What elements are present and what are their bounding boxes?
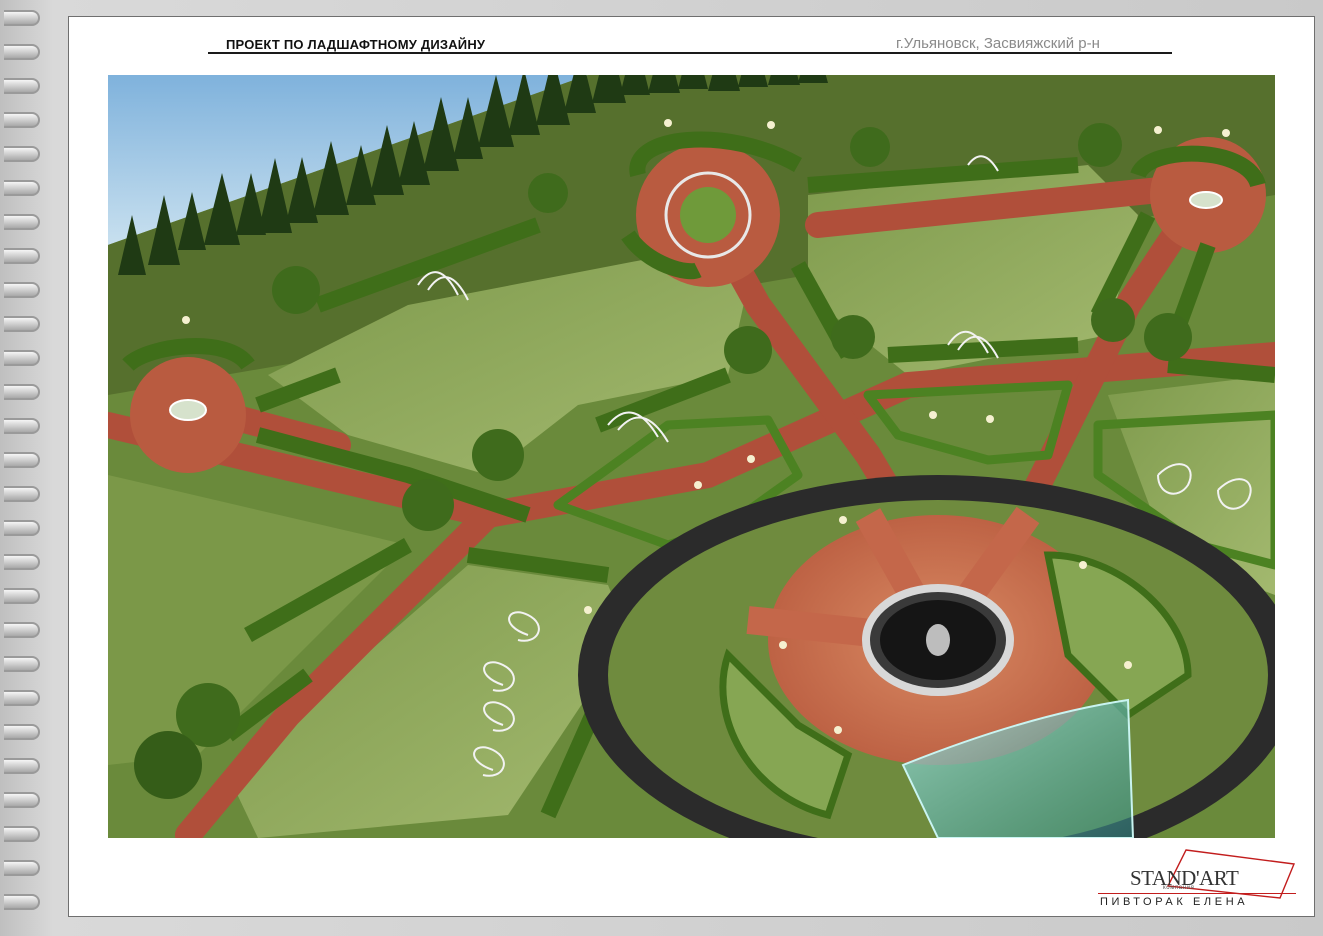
binding-ring <box>4 758 40 774</box>
binding-ring <box>4 690 40 706</box>
logo-author: ПИВТОРАК ЕЛЕНА <box>1100 896 1249 908</box>
binding-ring <box>4 452 40 468</box>
binding-ring <box>4 316 40 332</box>
project-title: ПРОЕКТ ПО ЛАДШАФТНОМУ ДИЗАЙНУ <box>226 37 486 52</box>
logo-divider <box>1098 893 1296 894</box>
binding-ring <box>4 146 40 162</box>
spiral-binding <box>0 0 44 936</box>
binding-ring <box>4 384 40 400</box>
binding-ring <box>4 554 40 570</box>
binding-ring <box>4 656 40 672</box>
binding-ring <box>4 894 40 910</box>
binding-ring <box>4 418 40 434</box>
round-node-right-fountain <box>1189 191 1223 209</box>
binding-ring <box>4 282 40 298</box>
binding-ring <box>4 248 40 264</box>
landscape-render <box>108 75 1275 838</box>
binding-ring <box>4 44 40 60</box>
binding-ring <box>4 622 40 638</box>
company-logo: STAND'ART компания ПИВТОРАК ЕЛЕНА <box>1098 846 1300 912</box>
binding-ring <box>4 724 40 740</box>
binding-ring <box>4 520 40 536</box>
binding-ring <box>4 78 40 94</box>
binding-ring <box>4 860 40 876</box>
binding-ring <box>4 112 40 128</box>
binding-ring <box>4 10 40 26</box>
binding-ring <box>4 486 40 502</box>
header-rule <box>208 52 1172 54</box>
round-node-top-bed <box>680 187 736 243</box>
binding-ring <box>4 350 40 366</box>
binding-ring <box>4 588 40 604</box>
binding-ring <box>4 180 40 196</box>
round-node-left-fountain <box>169 399 207 421</box>
binding-ring <box>4 826 40 842</box>
binding-ring <box>4 214 40 230</box>
logo-subtitle: компания <box>1163 885 1195 891</box>
binding-ring <box>4 792 40 808</box>
project-location: г.Ульяновск, Засвияжский р-н <box>896 35 1100 52</box>
fountain-sculpture <box>926 624 950 656</box>
